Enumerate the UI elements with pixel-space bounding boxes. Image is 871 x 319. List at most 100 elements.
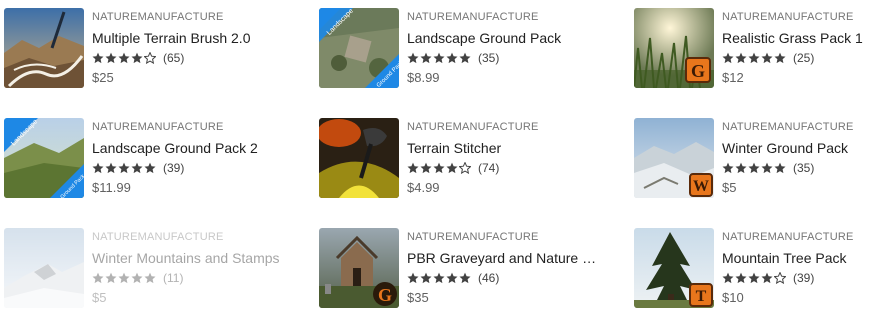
price: $4.99 [407,180,440,195]
star-filled-icon [774,52,786,64]
star-filled-icon [761,162,773,174]
star-filled-icon [735,52,747,64]
star-filled-icon [722,272,734,284]
product-card[interactable]: NATUREMANUFACTURE Winter Mountains and S… [4,228,284,310]
price: $10 [722,290,744,305]
review-count: (25) [793,51,815,65]
star-filled-icon [131,162,143,174]
product-card[interactable]: G NATUREMANUFACTURE PBR Graveyard and Na… [319,228,603,310]
star-filled-icon [92,272,104,284]
price: $5 [722,180,737,195]
price: $5 [92,290,107,305]
mountain-tree-thumbnail[interactable]: T [634,228,714,308]
star-filled-icon [105,272,117,284]
star-filled-icon [420,162,432,174]
product-title[interactable]: Terrain Stitcher [407,139,603,157]
star-rating [407,162,471,174]
product-card[interactable]: G NATUREMANUFACTURE Realistic Grass Pack… [634,8,871,90]
publisher-name[interactable]: NATUREMANUFACTURE [92,10,288,24]
star-filled-icon [748,162,760,174]
badge-letter: G [378,285,392,305]
product-card[interactable]: NATUREMANUFACTURE Terrain Stitcher (74) … [319,118,599,200]
review-count: (39) [793,271,815,285]
star-filled-icon [446,272,458,284]
price: $8.99 [407,70,440,85]
product-card[interactable]: Landscape Ground Pack NATUREMANUFACTURE … [319,8,599,90]
publisher-name[interactable]: NATUREMANUFACTURE [722,230,871,244]
star-empty-icon [459,162,471,174]
product-card[interactable]: NATUREMANUFACTURE Multiple Terrain Brush… [4,8,284,90]
badge-letter: T [696,288,707,305]
badge-letter: W [693,178,709,195]
star-rating [407,272,471,284]
star-filled-icon [144,162,156,174]
star-rating [92,162,156,174]
brush-terrain-thumbnail[interactable] [4,8,84,88]
product-title[interactable]: PBR Graveyard and Nature Se... [407,249,603,267]
ground-pack-thumbnail[interactable]: Landscape Ground Pack [319,8,399,88]
star-filled-icon [92,162,104,174]
product-title[interactable]: Winter Mountains and Stamps [92,249,288,267]
rating-row: (39) [92,160,288,176]
rating-row: (35) [722,160,871,176]
star-filled-icon [433,272,445,284]
rating-row: (74) [407,160,603,176]
product-title[interactable]: Mountain Tree Pack [722,249,871,267]
star-rating [92,272,156,284]
star-filled-icon [774,162,786,174]
star-filled-icon [722,52,734,64]
graveyard-thumbnail[interactable]: G [319,228,399,308]
star-filled-icon [118,272,130,284]
rating-row: (39) [722,270,871,286]
star-filled-icon [420,52,432,64]
price: $12 [722,70,744,85]
star-filled-icon [131,272,143,284]
star-filled-icon [105,52,117,64]
star-empty-icon [774,272,786,284]
publisher-name[interactable]: NATUREMANUFACTURE [92,120,288,134]
publisher-name[interactable]: NATUREMANUFACTURE [407,230,603,244]
publisher-name[interactable]: NATUREMANUFACTURE [722,10,871,24]
publisher-name[interactable]: NATUREMANUFACTURE [722,120,871,134]
review-count: (35) [793,161,815,175]
star-filled-icon [144,272,156,284]
star-filled-icon [761,272,773,284]
product-title[interactable]: Realistic Grass Pack 1 [722,29,871,47]
review-count: (39) [163,161,185,175]
price: $11.99 [92,180,131,195]
product-title[interactable]: Landscape Ground Pack [407,29,603,47]
product-card[interactable]: W NATUREMANUFACTURE Winter Ground Pack (… [634,118,871,200]
star-filled-icon [446,162,458,174]
star-filled-icon [433,52,445,64]
winter-ground-thumbnail[interactable]: W [634,118,714,198]
rating-row: (25) [722,50,871,66]
price: $25 [92,70,114,85]
product-title[interactable]: Multiple Terrain Brush 2.0 [92,29,288,47]
badge-letter: G [691,61,705,81]
star-filled-icon [459,272,471,284]
publisher-name[interactable]: NATUREMANUFACTURE [92,230,288,244]
star-filled-icon [420,272,432,284]
star-filled-icon [105,162,117,174]
price: $35 [407,290,429,305]
product-title[interactable]: Winter Ground Pack [722,139,871,157]
ground-pack-2-thumbnail[interactable]: Landscape Ground Pack 2 [4,118,84,198]
terrain-stitcher-thumbnail[interactable] [319,118,399,198]
product-title[interactable]: Landscape Ground Pack 2 [92,139,288,157]
star-filled-icon [118,162,130,174]
star-filled-icon [735,272,747,284]
product-card[interactable]: Landscape Ground Pack 2 NATUREMANUFACTUR… [4,118,284,200]
product-card[interactable]: T NATUREMANUFACTURE Mountain Tree Pack (… [634,228,871,310]
publisher-name[interactable]: NATUREMANUFACTURE [407,120,603,134]
star-rating [722,52,786,64]
grass-thumbnail[interactable]: G [634,8,714,88]
star-filled-icon [459,52,471,64]
star-filled-icon [407,52,419,64]
winter-mountains-thumbnail[interactable] [4,228,84,308]
star-filled-icon [446,52,458,64]
star-filled-icon [761,52,773,64]
star-filled-icon [407,162,419,174]
star-filled-icon [735,162,747,174]
publisher-name[interactable]: NATUREMANUFACTURE [407,10,603,24]
star-filled-icon [748,272,760,284]
